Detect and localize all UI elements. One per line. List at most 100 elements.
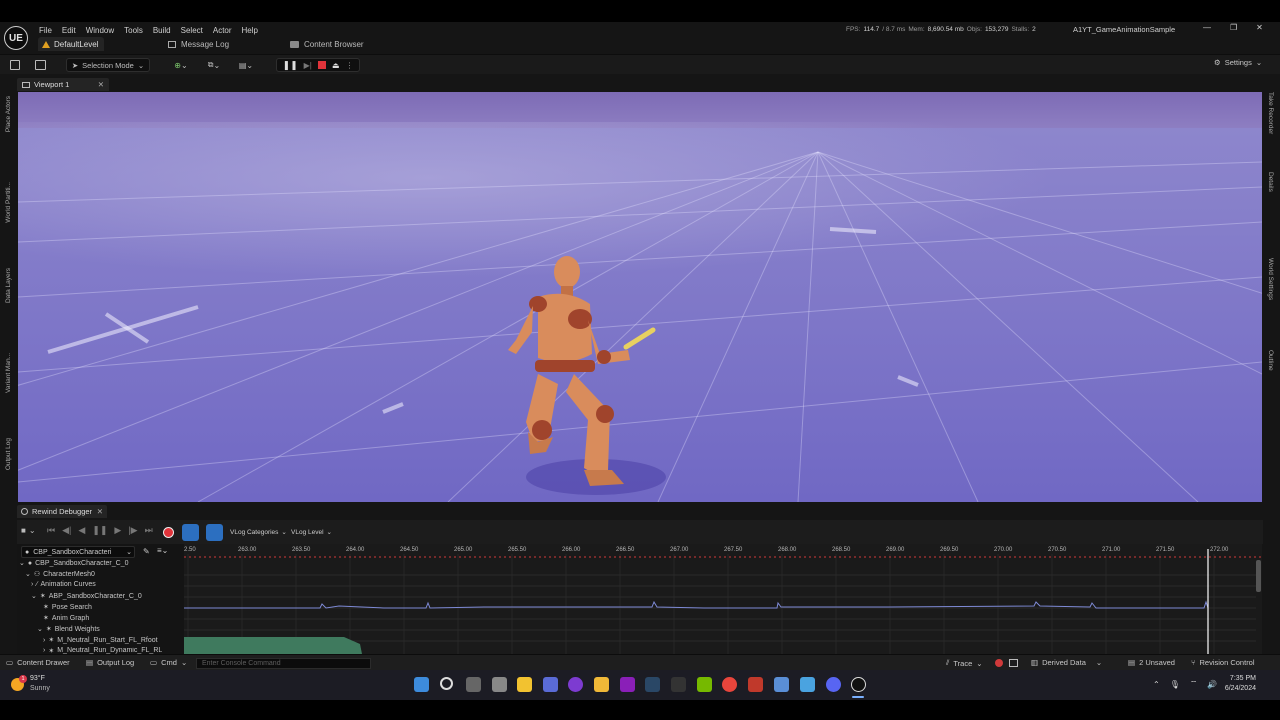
- camera-dropdown[interactable]: ■ ⌄: [21, 526, 36, 535]
- tree-item[interactable]: › ∕ Animation Curves: [31, 581, 96, 588]
- save-icon[interactable]: [10, 60, 20, 70]
- revision-control-button[interactable]: ⑂ Revision Control: [1191, 658, 1255, 667]
- record-button[interactable]: [163, 527, 174, 538]
- cmd-dropdown[interactable]: ▭ Cmd ⌄: [150, 658, 187, 667]
- discord-icon[interactable]: [826, 677, 841, 692]
- sidebar-output-log[interactable]: Output Log: [5, 438, 12, 470]
- vlog-categories-dropdown[interactable]: VLog Categories ⌄: [230, 528, 287, 537]
- step-back-icon[interactable]: ◀|: [62, 525, 71, 536]
- add-actor-button[interactable]: ⊕ ⌄: [170, 58, 192, 72]
- sidebar-world-partition[interactable]: World Partiti...: [5, 182, 12, 223]
- cinematics-button[interactable]: ▤ ⌄: [234, 58, 258, 72]
- next-icon[interactable]: [620, 677, 635, 692]
- minimize-icon[interactable]: —: [1203, 23, 1211, 32]
- epic-icon[interactable]: [671, 677, 686, 692]
- chevron-up-icon[interactable]: ⌃: [1153, 680, 1160, 689]
- sidebar-variant-manager[interactable]: Variant Man...: [5, 353, 12, 393]
- menu-window[interactable]: Window: [81, 26, 119, 35]
- tree-item[interactable]: › ✶ M_Neutral_Run_Dynamic_FL_RL: [43, 647, 162, 654]
- stop-icon[interactable]: [317, 61, 326, 69]
- calculator-icon[interactable]: [774, 677, 789, 692]
- mic-icon[interactable]: 🎙: [1170, 680, 1180, 689]
- content-drawer-button[interactable]: ▭ Content Drawer: [6, 658, 70, 667]
- eject-icon[interactable]: ⏏: [332, 61, 340, 70]
- close-icon[interactable]: ✕: [98, 80, 104, 89]
- snipping-icon[interactable]: [517, 677, 532, 692]
- jump-start-icon[interactable]: ⏮: [47, 525, 55, 536]
- play-icon[interactable]: ▶: [114, 525, 121, 536]
- actor-select-dropdown[interactable]: ● CBP_SandboxCharacteri ⌄: [21, 546, 135, 558]
- tree-item[interactable]: ✶ Pose Search: [43, 603, 92, 612]
- notepad-icon[interactable]: [800, 677, 815, 692]
- console-input[interactable]: Enter Console Command: [196, 658, 371, 669]
- steam-icon[interactable]: [645, 677, 660, 692]
- level-tab[interactable]: DefaultLevel: [38, 37, 105, 51]
- step-icon[interactable]: ▶|: [304, 61, 312, 70]
- unreal-logo[interactable]: UE: [4, 26, 28, 50]
- step-forward-icon[interactable]: |▶: [128, 525, 137, 536]
- tree-item[interactable]: › ✶ M_Neutral_Run_Start_FL_Rfoot: [43, 636, 158, 645]
- app-icon[interactable]: [568, 677, 583, 692]
- sidebar-outline[interactable]: Outline: [1267, 350, 1274, 371]
- sidebar-data-layers[interactable]: Data Layers: [5, 268, 12, 303]
- blueprint-button[interactable]: ⧉ ⌄: [203, 58, 225, 72]
- settings-button[interactable]: ⚙ Settings ⌄: [1214, 58, 1262, 67]
- rewind-debugger-tab[interactable]: Rewind Debugger ✕: [17, 505, 107, 518]
- clock-date[interactable]: 6/24/2024: [1218, 685, 1256, 692]
- sidebar-details[interactable]: Details: [1267, 172, 1274, 192]
- nvidia-icon[interactable]: [697, 677, 712, 692]
- unsaved-button[interactable]: ▤ 2 Unsaved: [1128, 658, 1175, 667]
- unreal-icon[interactable]: [851, 677, 866, 692]
- sidebar-place-actors[interactable]: Place Actors: [5, 96, 12, 132]
- pause-icon[interactable]: ❚❚: [283, 60, 298, 71]
- app-icon[interactable]: [748, 677, 763, 692]
- close-icon[interactable]: ✕: [97, 507, 103, 516]
- viewport-tab[interactable]: Viewport 1 ✕: [17, 78, 109, 91]
- screenshot-icon[interactable]: [1009, 659, 1018, 667]
- timeline-scrollbar[interactable]: [1256, 560, 1261, 592]
- trace-record-icon[interactable]: [995, 659, 1003, 667]
- menu-select[interactable]: Select: [176, 26, 208, 35]
- pause-icon[interactable]: ❚❚: [92, 525, 107, 536]
- tree-item[interactable]: ⌄ ✶ Blend Weights: [37, 625, 100, 634]
- filter-icon[interactable]: ≡⌄: [157, 546, 168, 555]
- browse-icon[interactable]: [35, 60, 46, 70]
- tab-message-log[interactable]: Message Log: [168, 38, 229, 50]
- menu-help[interactable]: Help: [237, 26, 263, 35]
- play-reverse-icon[interactable]: ◀: [78, 525, 85, 536]
- trace-dropdown[interactable]: ⫽ Trace ⌄: [946, 658, 983, 668]
- tab-content-browser[interactable]: Content Browser: [290, 38, 364, 50]
- jump-end-icon[interactable]: ⏭: [145, 525, 153, 536]
- menu-actor[interactable]: Actor: [208, 26, 237, 35]
- tree-item[interactable]: ✶ Anim Graph: [43, 614, 89, 623]
- obs-icon[interactable]: [543, 677, 558, 692]
- menu-tools[interactable]: Tools: [119, 26, 148, 35]
- close-icon[interactable]: ✕: [1256, 23, 1263, 32]
- vlog-level-dropdown[interactable]: VLog Level ⌄: [291, 528, 332, 537]
- windows-icon[interactable]: [414, 677, 429, 692]
- sidebar-take-recorder[interactable]: Take Recorder: [1267, 92, 1274, 134]
- tree-item[interactable]: ⌄ ● CBP_SandboxCharacter_C_0: [19, 559, 129, 568]
- menu-edit[interactable]: Edit: [57, 26, 81, 35]
- sidebar-world-settings[interactable]: World Settings: [1267, 258, 1274, 300]
- output-log-button[interactable]: ▤ Output Log: [86, 658, 134, 667]
- volume-icon[interactable]: 🔊: [1207, 680, 1217, 689]
- menu-file[interactable]: File: [34, 26, 57, 35]
- menu-build[interactable]: Build: [148, 26, 176, 35]
- tree-item[interactable]: ⌄ ⚇ CharacterMesh0: [25, 570, 95, 579]
- task-view-icon[interactable]: [466, 677, 481, 692]
- derived-data-dropdown[interactable]: ▥ Derived Data ⌄: [1031, 658, 1102, 667]
- rewind-timeline[interactable]: 2.50 263.00 263.50 264.00 264.50 265.00 265.50…: [184, 544, 1262, 654]
- clock-time[interactable]: 7:35 PM: [1222, 675, 1256, 682]
- search-icon[interactable]: [440, 677, 453, 690]
- file-explorer-icon[interactable]: [594, 677, 609, 692]
- sticky-notes-icon[interactable]: [492, 677, 507, 692]
- vlog-button[interactable]: [206, 524, 223, 541]
- auto-eject-button[interactable]: [182, 524, 199, 541]
- eyedropper-icon[interactable]: ✎: [143, 547, 150, 556]
- wifi-icon[interactable]: ⌔: [1190, 679, 1198, 689]
- more-icon[interactable]: ⋮: [345, 61, 353, 70]
- selection-mode-dropdown[interactable]: ➤ Selection Mode ⌄: [66, 58, 150, 72]
- level-viewport[interactable]: [18, 92, 1262, 502]
- maximize-icon[interactable]: ❐: [1230, 23, 1237, 32]
